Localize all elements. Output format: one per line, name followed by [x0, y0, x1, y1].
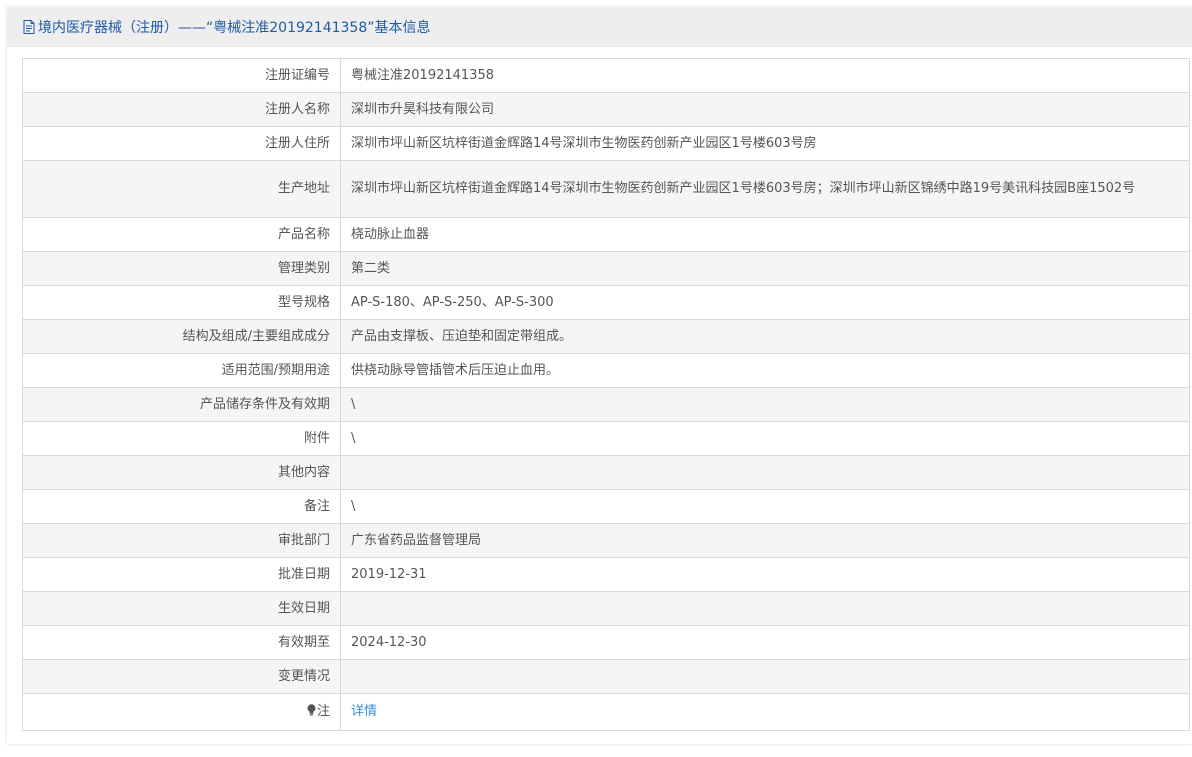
row-label: 适用范围/预期用途 — [22, 353, 341, 388]
row-value — [340, 591, 1190, 626]
row-label: 审批部门 — [22, 523, 341, 558]
row-value: AP-S-180、AP-S-250、AP-S-300 — [340, 285, 1190, 320]
table-row: 批准日期 2019-12-31 — [22, 557, 1190, 592]
table-row: 附件 \ — [22, 421, 1190, 456]
page-title: 境内医疗器械（注册）——“粤械注准20192141358”基本信息 — [23, 17, 430, 37]
note-row: 注 详情 — [22, 693, 1190, 731]
detail-table: 注册证编号 粤械注准20192141358 注册人名称 深圳市升昊科技有限公司 … — [22, 58, 1190, 731]
table-row: 生产地址 深圳市坪山新区坑梓街道金辉路14号深圳市生物医药创新产业园区1号楼60… — [22, 160, 1190, 218]
row-label: 附件 — [22, 421, 341, 456]
row-value — [340, 659, 1190, 694]
row-value: 2024-12-30 — [340, 625, 1190, 660]
note-label: 注 — [316, 704, 330, 719]
lightbulb-icon — [307, 704, 316, 716]
table-row: 生效日期 — [22, 591, 1190, 626]
table-row: 管理类别 第二类 — [22, 251, 1190, 286]
row-label: 有效期至 — [22, 625, 341, 660]
row-label: 注册人住所 — [22, 126, 341, 161]
table-row: 注册人名称 深圳市升昊科技有限公司 — [22, 92, 1190, 127]
row-label: 型号规格 — [22, 285, 341, 320]
row-value: 供桡动脉导管插管术后压迫止血用。 — [340, 353, 1190, 388]
row-value: 深圳市坪山新区坑梓街道金辉路14号深圳市生物医药创新产业园区1号楼603号房 — [340, 126, 1190, 161]
row-value: 第二类 — [340, 251, 1190, 286]
table-row: 型号规格 AP-S-180、AP-S-250、AP-S-300 — [22, 285, 1190, 320]
row-label: 变更情况 — [22, 659, 341, 694]
table-row: 有效期至 2024-12-30 — [22, 625, 1190, 660]
table-row: 适用范围/预期用途 供桡动脉导管插管术后压迫止血用。 — [22, 353, 1190, 388]
row-label: 产品储存条件及有效期 — [22, 387, 341, 422]
row-value: 2019-12-31 — [340, 557, 1190, 592]
row-label: 批准日期 — [22, 557, 341, 592]
table-row: 变更情况 — [22, 659, 1190, 694]
row-value: 广东省药品监督管理局 — [340, 523, 1190, 558]
table-row: 审批部门 广东省药品监督管理局 — [22, 523, 1190, 558]
row-value: 粤械注准20192141358 — [340, 58, 1190, 93]
document-icon — [23, 19, 35, 34]
row-label: 注册人名称 — [22, 92, 341, 127]
row-value: \ — [340, 489, 1190, 524]
table-row: 备注 \ — [22, 489, 1190, 524]
row-value: 产品由支撑板、压迫垫和固定带组成。 — [340, 319, 1190, 354]
row-label: 其他内容 — [22, 455, 341, 490]
row-value: \ — [340, 421, 1190, 456]
row-label: 生效日期 — [22, 591, 341, 626]
table-row: 其他内容 — [22, 455, 1190, 490]
panel-header: 境内医疗器械（注册）——“粤械注准20192141358”基本信息 — [7, 7, 1192, 47]
info-panel: 境内医疗器械（注册）——“粤械注准20192141358”基本信息 注册证编号 … — [7, 7, 1192, 744]
table-row: 结构及组成/主要组成成分 产品由支撑板、压迫垫和固定带组成。 — [22, 319, 1190, 354]
table-row: 产品名称 桡动脉止血器 — [22, 217, 1190, 252]
table-row: 注册人住所 深圳市坪山新区坑梓街道金辉路14号深圳市生物医药创新产业园区1号楼6… — [22, 126, 1190, 161]
row-label: 管理类别 — [22, 251, 341, 286]
row-label: 生产地址 — [22, 160, 341, 218]
row-label: 备注 — [22, 489, 341, 524]
row-label: 产品名称 — [22, 217, 341, 252]
row-value: 深圳市升昊科技有限公司 — [340, 92, 1190, 127]
row-value: \ — [340, 387, 1190, 422]
row-value: 桡动脉止血器 — [340, 217, 1190, 252]
row-label: 结构及组成/主要组成成分 — [22, 319, 341, 354]
row-value: 深圳市坪山新区坑梓街道金辉路14号深圳市生物医药创新产业园区1号楼603号房；深… — [340, 160, 1190, 218]
table-row: 产品储存条件及有效期 \ — [22, 387, 1190, 422]
row-label: 注册证编号 — [22, 58, 341, 93]
details-link[interactable]: 详情 — [351, 704, 377, 719]
row-value — [340, 455, 1190, 490]
page-title-text: 境内医疗器械（注册）——“粤械注准20192141358”基本信息 — [38, 19, 431, 36]
note-value-cell: 详情 — [340, 693, 1190, 731]
note-label-cell: 注 — [22, 693, 341, 731]
table-row: 注册证编号 粤械注准20192141358 — [22, 58, 1190, 93]
